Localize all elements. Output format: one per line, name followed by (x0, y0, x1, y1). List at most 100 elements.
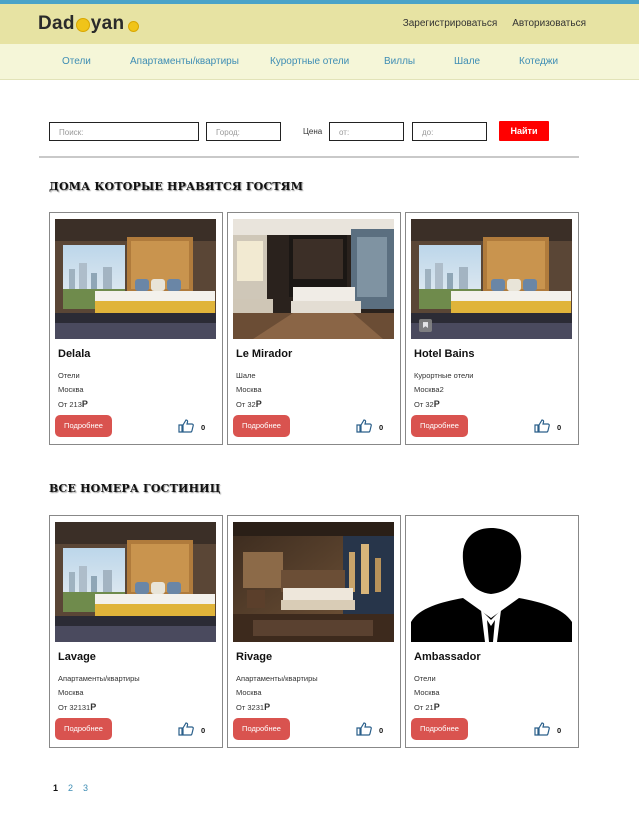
hotel-city: Москва (58, 385, 84, 394)
hotel-price: От 21Р (414, 702, 440, 712)
details-button[interactable]: Подробнее (233, 415, 290, 437)
hotel-name[interactable]: Delala (58, 348, 90, 360)
hotel-city: Москва (236, 688, 262, 697)
beer-mug-icon (75, 18, 90, 32)
price-prefix: От (236, 400, 246, 409)
currency-symbol: Р (433, 399, 440, 409)
thumbs-up-icon[interactable] (356, 419, 372, 433)
like-count: 0 (201, 726, 206, 735)
site-header: Dad yan Зарегистрироваться Авторизоватьс… (0, 4, 639, 44)
nav-resort-hotels[interactable]: Курортные отели (270, 56, 349, 67)
hotel-type: Курортные отели (414, 371, 474, 380)
thumbs-up-icon[interactable] (534, 419, 550, 433)
nav-apartments[interactable]: Апартаменты/квартиры (130, 56, 239, 67)
price-prefix: От (414, 400, 424, 409)
hotel-price: От 32Р (236, 399, 262, 409)
hotel-price: От 32131Р (58, 702, 96, 712)
page-link-2[interactable]: 2 (68, 783, 73, 793)
thumbs-up-icon[interactable] (356, 722, 372, 736)
price-value: 3231 (247, 703, 265, 712)
currency-symbol: Р (255, 399, 262, 409)
pagination: 1 2 3 (53, 783, 88, 793)
hotel-photo[interactable] (411, 219, 572, 339)
register-link[interactable]: Зарегистрироваться (403, 18, 498, 29)
details-button[interactable]: Подробнее (411, 415, 468, 437)
search-divider (39, 156, 579, 158)
details-button[interactable]: Подробнее (55, 718, 112, 740)
currency-symbol: Р (81, 399, 88, 409)
site-logo[interactable]: Dad yan (38, 13, 140, 35)
price-value: 213 (69, 400, 82, 409)
nav-villas[interactable]: Виллы (384, 56, 415, 67)
hotel-type: Апартаменты/квартиры (236, 674, 318, 683)
hotel-city: Москва (236, 385, 262, 394)
details-button[interactable]: Подробнее (55, 415, 112, 437)
like-count: 0 (557, 423, 562, 432)
like-count: 0 (379, 423, 384, 432)
price-value: 21 (425, 703, 434, 712)
hotel-name[interactable]: Lavage (58, 651, 96, 663)
person-silhouette-icon (411, 522, 572, 642)
price-from-input[interactable]: от: (329, 122, 404, 141)
price-prefix: От (58, 703, 68, 712)
hotel-photo[interactable] (55, 219, 216, 339)
hotel-card: Delala Отели Москва От 213Р Подробнее 0 (49, 212, 223, 445)
like-count: 0 (201, 423, 206, 432)
popular-section-title: ДОМА КОТОРЫЕ НРАВЯТСЯ ГОСТЯМ (49, 180, 304, 193)
price-value: 32131 (69, 703, 91, 712)
auth-links: Зарегистрироваться Авторизоваться (403, 18, 586, 29)
hotel-type: Отели (58, 371, 80, 380)
page-link-3[interactable]: 3 (83, 783, 88, 793)
nav-hotels[interactable]: Отели (62, 56, 91, 67)
hotel-name[interactable]: Ambassador (414, 651, 481, 663)
hotel-type: Шале (236, 371, 256, 380)
category-nav: Отели Апартаменты/квартиры Курортные оте… (0, 44, 639, 80)
price-prefix: От (414, 703, 424, 712)
hotel-price: От 3231Р (236, 702, 270, 712)
all-rooms-section-title: ВСЕ НОМЕРА ГОСТИНИЦ (49, 482, 221, 495)
search-input[interactable]: Поиск: (49, 122, 199, 141)
bookmark-icon[interactable] (419, 319, 432, 332)
price-label: Цена (303, 127, 323, 136)
price-prefix: От (58, 400, 68, 409)
hotel-city: Москва2 (414, 385, 444, 394)
details-button[interactable]: Подробнее (233, 718, 290, 740)
thumbs-up-icon[interactable] (534, 722, 550, 736)
hotel-photo[interactable] (233, 522, 394, 642)
city-input[interactable]: Город: (206, 122, 281, 141)
hotel-type: Отели (414, 674, 436, 683)
like-count: 0 (379, 726, 384, 735)
hotel-city: Москва (414, 688, 440, 697)
hotel-photo[interactable] (411, 522, 572, 642)
hotel-card: Hotel Bains Курортные отели Москва2 От 3… (405, 212, 579, 445)
thumbs-up-icon[interactable] (178, 419, 194, 433)
nav-chalets[interactable]: Шале (454, 56, 480, 67)
hotel-price: От 32Р (414, 399, 440, 409)
hotel-name[interactable]: Le Mirador (236, 348, 292, 360)
hotel-card: Ambassador Отели Москва От 21Р Подробнее… (405, 515, 579, 748)
price-to-input[interactable]: до: (412, 122, 487, 141)
logo-text-right: yan (90, 13, 125, 34)
thumbs-up-icon[interactable] (178, 722, 194, 736)
hotel-price: От 213Р (58, 399, 88, 409)
hotel-type: Апартаменты/квартиры (58, 674, 140, 683)
find-button[interactable]: Найти (499, 121, 549, 141)
hotel-card: Le Mirador Шале Москва От 32Р Подробнее … (227, 212, 401, 445)
beer-mug-small-icon (128, 20, 140, 32)
details-button[interactable]: Подробнее (411, 718, 468, 740)
hotel-photo[interactable] (55, 522, 216, 642)
price-value: 32 (247, 400, 256, 409)
currency-symbol: Р (90, 702, 97, 712)
page-link-1[interactable]: 1 (53, 783, 58, 793)
nav-cottages[interactable]: Котеджи (519, 56, 558, 67)
like-count: 0 (557, 726, 562, 735)
currency-symbol: Р (433, 702, 440, 712)
price-value: 32 (425, 400, 434, 409)
hotel-name[interactable]: Rivage (236, 651, 272, 663)
currency-symbol: Р (264, 702, 271, 712)
hotel-name[interactable]: Hotel Bains (414, 348, 475, 360)
hotel-photo[interactable] (233, 219, 394, 339)
price-prefix: От (236, 703, 246, 712)
hotel-city: Москва (58, 688, 84, 697)
login-link[interactable]: Авторизоваться (512, 18, 586, 29)
